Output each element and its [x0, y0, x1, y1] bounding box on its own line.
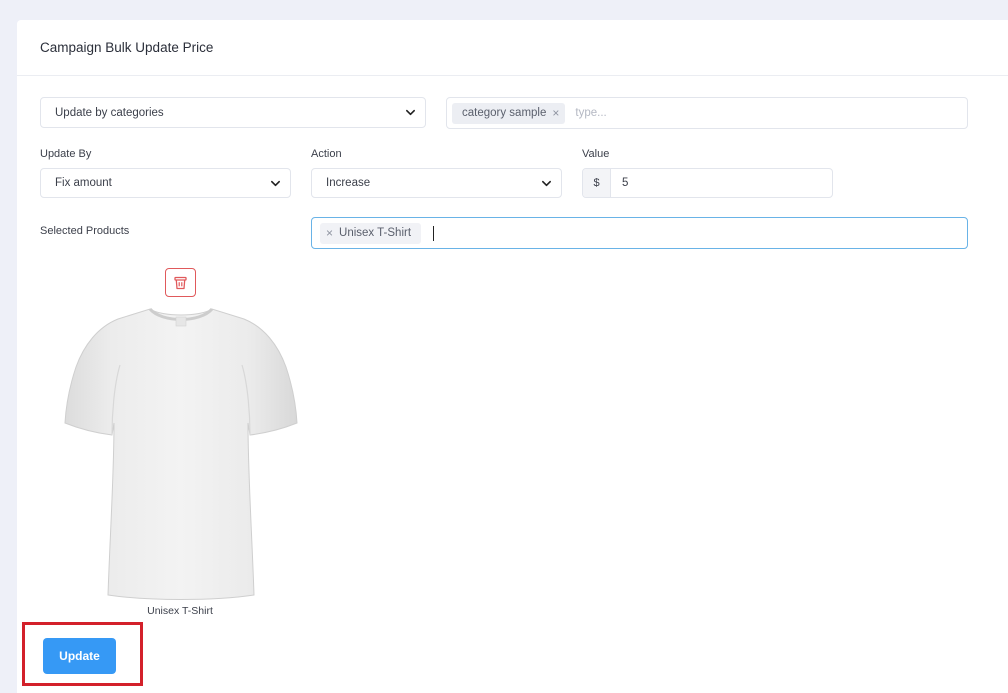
category-input-placeholder[interactable]: type... [575, 107, 606, 119]
product-tag: × Unisex T-Shirt [320, 222, 422, 244]
update-button[interactable]: Update [43, 638, 116, 674]
chevron-down-icon [406, 109, 415, 116]
action-label: Action [311, 148, 342, 160]
action-select[interactable]: Increase [311, 168, 562, 198]
close-icon[interactable]: × [552, 106, 559, 120]
product-tag-label: Unisex T-Shirt [339, 227, 412, 239]
close-icon[interactable]: × [326, 226, 333, 240]
product-name: Unisex T-Shirt [147, 605, 213, 617]
selected-products-label: Selected Products [40, 225, 130, 237]
category-tag-label: category sample [462, 107, 547, 119]
value-input[interactable]: 5 [611, 169, 628, 197]
selected-products-input[interactable]: × Unisex T-Shirt [311, 217, 968, 249]
card-header: Campaign Bulk Update Price [17, 20, 1008, 76]
category-tag-input[interactable]: category sample × type... [446, 97, 968, 129]
chevron-down-icon [271, 180, 280, 186]
text-cursor [433, 225, 435, 241]
tshirt-image [64, 307, 298, 600]
remove-product-button[interactable] [165, 268, 196, 297]
update-by-label: Update By [40, 148, 92, 160]
action-select-value: Increase [326, 177, 371, 189]
value-input-group: $ 5 [582, 168, 833, 198]
value-label: Value [582, 148, 610, 160]
currency-prefix: $ [583, 169, 611, 197]
update-by-select-value: Fix amount [55, 177, 112, 189]
page-title: Campaign Bulk Update Price [40, 40, 214, 55]
update-by-select[interactable]: Fix amount [40, 168, 291, 198]
chevron-down-icon [542, 180, 551, 186]
category-tag: category sample × [452, 102, 566, 124]
trash-icon [174, 276, 187, 289]
update-mode-select-value: Update by categories [55, 106, 164, 119]
update-mode-select[interactable]: Update by categories [40, 97, 426, 128]
